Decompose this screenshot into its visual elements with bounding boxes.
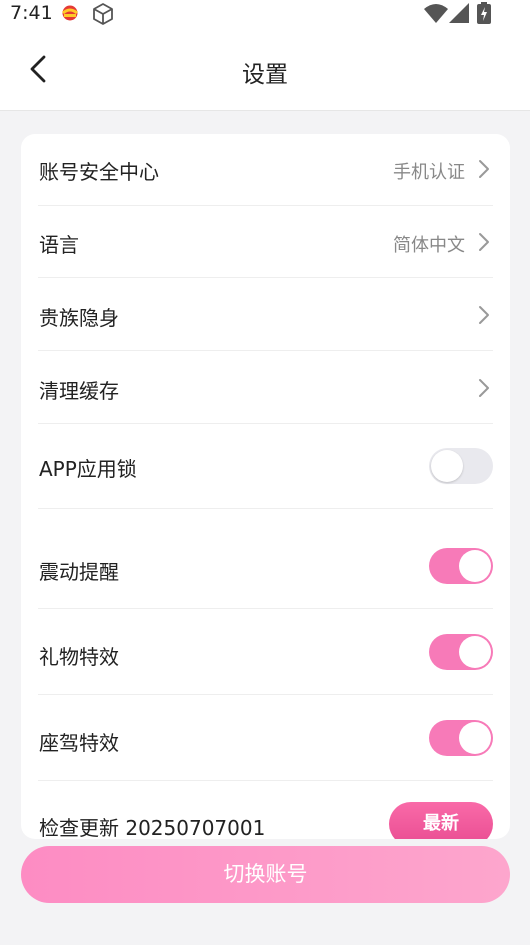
- toggle-knob: [459, 550, 491, 582]
- page-title: 设置: [242, 62, 288, 88]
- app-lock-label: APP应用锁: [39, 457, 137, 481]
- app-lock-row: APP应用锁: [38, 424, 493, 509]
- language-row[interactable]: 语言 简体中文: [38, 205, 493, 278]
- status-time: 7:41: [10, 2, 53, 24]
- wifi-icon: [424, 3, 448, 27]
- top-navigation-bar: 设置: [0, 28, 530, 111]
- toggle-knob: [459, 636, 491, 668]
- settings-card: 账号安全中心 手机认证 语言 简体中文 贵族隐身 清理缓存 APP应用锁 震动提…: [21, 134, 510, 839]
- switch-account-button[interactable]: 切换账号: [21, 846, 510, 903]
- account-security-label: 账号安全中心: [39, 160, 159, 184]
- gift-effects-label: 礼物特效: [39, 645, 119, 669]
- cube-icon: [91, 2, 115, 30]
- mount-effects-label: 座驾特效: [39, 731, 119, 755]
- noble-invisible-row[interactable]: 贵族隐身: [38, 278, 493, 351]
- check-update-label: 检查更新 20250707001: [39, 816, 266, 839]
- account-security-row[interactable]: 账号安全中心 手机认证: [38, 134, 493, 206]
- battery-icon: [477, 2, 491, 28]
- toggle-knob: [431, 450, 463, 482]
- app-lock-toggle[interactable]: [429, 448, 493, 484]
- language-label: 语言: [39, 233, 79, 257]
- clear-cache-row[interactable]: 清理缓存: [38, 351, 493, 424]
- chevron-right-icon: [479, 379, 489, 397]
- vibration-toggle[interactable]: [429, 548, 493, 584]
- account-security-value: 手机认证: [393, 162, 465, 183]
- gift-effects-row: 礼物特效: [38, 609, 493, 695]
- app-notification-icon: [60, 4, 80, 26]
- vibration-row: 震动提醒: [38, 509, 493, 609]
- vibration-label: 震动提醒: [39, 560, 119, 584]
- check-update-row[interactable]: 检查更新 20250707001 最新: [38, 781, 493, 839]
- mount-effects-toggle[interactable]: [429, 720, 493, 756]
- signal-icon: [449, 3, 469, 27]
- mount-effects-row: 座驾特效: [38, 695, 493, 781]
- gift-effects-toggle[interactable]: [429, 634, 493, 670]
- chevron-right-icon: [479, 306, 489, 324]
- latest-version-badge: 最新: [389, 802, 493, 839]
- chevron-right-icon: [479, 160, 489, 178]
- toggle-knob: [459, 722, 491, 754]
- language-value: 简体中文: [393, 235, 465, 256]
- clear-cache-label: 清理缓存: [39, 379, 119, 403]
- status-bar: 7:41: [0, 0, 530, 28]
- noble-invisible-label: 贵族隐身: [39, 306, 119, 330]
- chevron-right-icon: [479, 233, 489, 251]
